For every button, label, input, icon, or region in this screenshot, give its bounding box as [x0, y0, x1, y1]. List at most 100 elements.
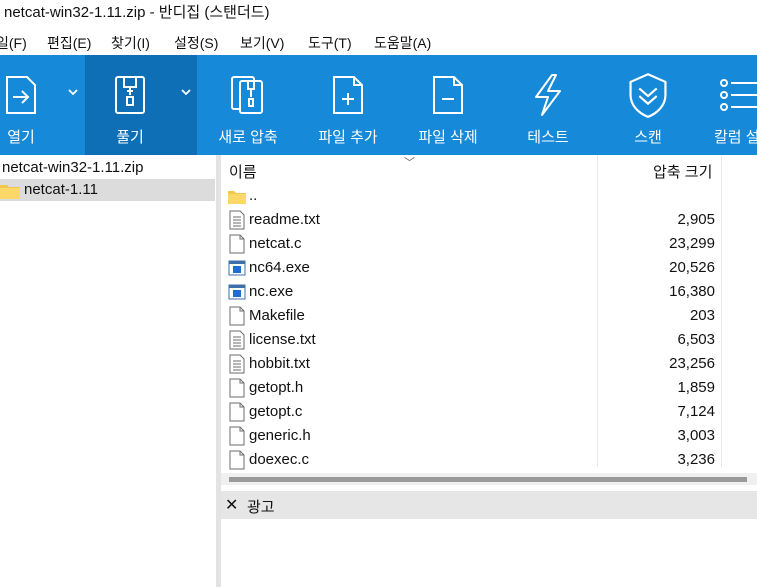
list-columns-icon	[720, 79, 757, 111]
file-name: getopt.h	[249, 379, 304, 396]
list-item[interactable]: Makefile 203	[221, 304, 721, 328]
extract-label: 풀기	[116, 129, 144, 146]
delete-file-label: 파일 삭제	[418, 129, 478, 146]
column-settings-label: 칼럼 설	[714, 129, 757, 146]
file-size: 7,124	[677, 403, 715, 420]
list-item[interactable]: netcat.c 23,299	[221, 232, 721, 256]
file-icon	[228, 426, 246, 446]
file-size: 23,256	[669, 355, 715, 372]
extract-dropdown-button[interactable]	[175, 55, 197, 155]
file-name: readme.txt	[249, 211, 320, 228]
list-item[interactable]: ..	[221, 184, 721, 208]
file-icon	[228, 378, 246, 398]
add-file-icon	[333, 76, 363, 114]
file-icon	[228, 450, 246, 470]
chevron-down-icon	[68, 89, 78, 95]
window-title: netcat-win32-1.11.zip - 반디집 (스탠더드)	[4, 4, 270, 21]
text-file-icon	[228, 330, 246, 350]
list-item[interactable]: doexec.c 3,236	[221, 448, 721, 472]
scan-label: 스캔	[634, 129, 662, 146]
list-item[interactable]: hobbit.txt 23,256	[221, 352, 721, 376]
test-label: 테스트	[527, 129, 569, 146]
tree-item-selected[interactable]: netcat-1.11	[0, 179, 215, 201]
open-dropdown-button[interactable]	[62, 55, 84, 155]
ad-label: 광고	[247, 499, 275, 516]
list-item[interactable]: getopt.c 7,124	[221, 400, 721, 424]
list-item[interactable]: generic.h 3,003	[221, 424, 721, 448]
folder-icon	[228, 186, 246, 206]
tree-item-label: netcat-1.11	[24, 181, 98, 198]
list-header: ﹀ 이름 압축 크기	[221, 155, 757, 185]
list-item[interactable]: nc.exe 16,380	[221, 280, 721, 304]
menu-tools[interactable]: 도구(T)	[308, 33, 352, 53]
open-button[interactable]: 열기	[0, 55, 62, 155]
file-name: generic.h	[249, 427, 311, 444]
file-size: 3,236	[677, 451, 715, 468]
file-name: ..	[249, 187, 258, 204]
list-item[interactable]: getopt.h 1,859	[221, 376, 721, 400]
menu-edit[interactable]: 편집(E)	[47, 33, 91, 53]
text-file-icon	[228, 354, 246, 374]
column-divider	[721, 155, 722, 467]
file-name: getopt.c	[249, 403, 303, 420]
menu-find[interactable]: 찾기(I)	[111, 33, 150, 53]
file-icon	[228, 402, 246, 422]
file-name: doexec.c	[249, 451, 310, 468]
column-settings-button[interactable]: 칼럼 설	[698, 55, 757, 155]
toolbar: 열기 풀기 새로 압축 파일 추가 파일 삭제 테스트 스캔 칼럼 설	[0, 55, 757, 155]
list-item[interactable]: nc64.exe 20,526	[221, 256, 721, 280]
list-item[interactable]: license.txt 6,503	[221, 328, 721, 352]
file-size: 203	[689, 307, 715, 324]
ad-bar: ✕ 광고	[221, 491, 757, 519]
tree-root-archive[interactable]: netcat-win32-1.11.zip	[2, 159, 143, 176]
column-header-size[interactable]: 압축 크기	[653, 161, 712, 182]
open-label: 열기	[7, 129, 35, 146]
text-file-icon	[228, 210, 246, 230]
file-size: 23,299	[669, 235, 715, 252]
folder-icon	[0, 185, 20, 199]
file-size: 6,503	[677, 331, 715, 348]
file-name: netcat.c	[249, 235, 302, 252]
lightning-icon	[535, 74, 561, 116]
close-icon[interactable]: ✕	[225, 495, 238, 515]
open-archive-icon	[6, 76, 36, 114]
scrollbar-thumb[interactable]	[229, 477, 747, 482]
delete-file-icon	[433, 76, 463, 114]
extract-button[interactable]: 풀기	[85, 55, 175, 155]
file-size: 16,380	[669, 283, 715, 300]
file-icon	[228, 234, 246, 254]
menu-settings[interactable]: 설정(S)	[174, 33, 218, 53]
horizontal-scrollbar[interactable]	[221, 473, 757, 485]
menu-file[interactable]: 일(F)	[0, 33, 27, 53]
menu-bar: 일(F) 편집(E) 찾기(I) 설정(S) 보기(V) 도구(T) 도움말(A…	[0, 29, 757, 55]
file-size: 1,859	[677, 379, 715, 396]
file-name: nc.exe	[249, 283, 294, 300]
exe-file-icon	[228, 282, 246, 302]
add-file-button[interactable]: 파일 추가	[298, 55, 398, 155]
file-size: 20,526	[669, 259, 715, 276]
folder-tree: netcat-win32-1.11.zip netcat-1.11	[0, 155, 216, 587]
delete-file-button[interactable]: 파일 삭제	[398, 55, 498, 155]
chevron-down-icon	[181, 89, 191, 95]
exe-file-icon	[228, 258, 246, 278]
file-size: 2,905	[677, 211, 715, 228]
ad-area	[221, 519, 757, 587]
column-header-name[interactable]: 이름	[229, 161, 257, 182]
menu-help[interactable]: 도움말(A)	[374, 33, 431, 53]
add-file-label: 파일 추가	[318, 129, 378, 146]
file-list: ﹀ 이름 압축 크기 .. readme.txt 2,905 netcat.c 23,2…	[221, 155, 757, 491]
new-archive-icon	[231, 76, 263, 114]
file-size: 3,003	[677, 427, 715, 444]
zip-archive-icon	[115, 76, 145, 114]
list-item[interactable]: readme.txt 2,905	[221, 208, 721, 232]
file-name: hobbit.txt	[249, 355, 310, 372]
file-name: Makefile	[249, 307, 305, 324]
file-name: license.txt	[249, 331, 316, 348]
new-archive-button[interactable]: 새로 압축	[200, 55, 296, 155]
test-button[interactable]: 테스트	[498, 55, 598, 155]
scan-button[interactable]: 스캔	[598, 55, 698, 155]
menu-view[interactable]: 보기(V)	[240, 33, 284, 53]
title-bar: netcat-win32-1.11.zip - 반디집 (스탠더드)	[0, 0, 757, 28]
file-name: nc64.exe	[249, 259, 310, 276]
shield-icon	[629, 73, 667, 118]
